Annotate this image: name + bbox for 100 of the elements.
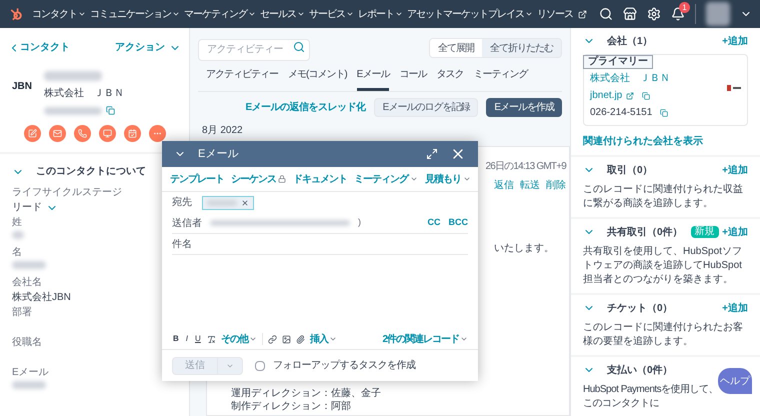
nav-menu[interactable]: アセットマーケットプレイス <box>407 6 533 22</box>
from-bracket: ) <box>358 216 361 230</box>
search-icon[interactable] <box>599 7 613 21</box>
format-button[interactable]: I <box>184 333 190 345</box>
create-email-button[interactable]: Eメールを作成 <box>486 98 562 116</box>
mail-icon <box>52 129 62 138</box>
settings-icon[interactable] <box>647 7 661 21</box>
tab[interactable]: タスク <box>436 66 464 90</box>
copy-icon[interactable] <box>642 92 650 100</box>
composer-tool[interactable]: 見積もり <box>425 172 471 186</box>
action-button[interactable] <box>74 125 90 142</box>
action-button[interactable] <box>98 125 116 142</box>
nav-menu[interactable]: リソース <box>537 6 587 22</box>
bcc-link[interactable]: BCC <box>448 216 468 230</box>
remove-icon[interactable] <box>241 198 249 206</box>
associations-dropdown[interactable]: 2件の関連レコード <box>382 332 468 346</box>
add-link[interactable]: +追加 <box>722 34 748 48</box>
action-button[interactable] <box>148 125 166 142</box>
composer-tool[interactable]: ミーティング <box>354 172 418 186</box>
field-label: 会社名 <box>12 277 42 289</box>
add-link[interactable]: +追加 <box>722 224 748 240</box>
edit-icon <box>28 129 36 138</box>
company-name: 株式会社 ＪＢＮ <box>44 86 124 101</box>
log-email-button[interactable]: Eメールのログを記録 <box>374 98 478 116</box>
back-link[interactable]: コンタクト <box>8 40 70 55</box>
lock-icon <box>278 175 286 183</box>
image-icon[interactable] <box>282 334 291 344</box>
external-link-icon <box>578 10 587 18</box>
action-button[interactable] <box>48 125 66 142</box>
store-icon[interactable] <box>623 7 637 21</box>
caret-icon <box>460 335 468 343</box>
section-toggle[interactable]: 取引（0） <box>583 162 653 178</box>
email-body-line: 運用ディレクション：佐藤、金子 <box>231 388 381 400</box>
section-toggle[interactable]: 支払い（0件） <box>583 362 673 378</box>
tab[interactable]: コール <box>399 66 426 90</box>
copy-icon[interactable] <box>106 106 116 115</box>
help-button[interactable]: ヘルプ <box>718 368 752 394</box>
domain-link[interactable]: jbnet.jp <box>590 88 622 103</box>
composer-tool[interactable]: シーケンス <box>231 172 286 186</box>
nav-menu[interactable]: コミュニケーション <box>90 6 180 22</box>
caret-icon <box>328 335 337 343</box>
copy-icon[interactable] <box>660 108 668 116</box>
search-field[interactable]: アクティビティー <box>198 38 310 60</box>
nav-menu[interactable]: マーケティング <box>184 6 256 22</box>
cc-link[interactable]: CC <box>428 216 440 230</box>
tab[interactable]: アクティビティー <box>206 66 278 90</box>
composer-tool[interactable]: テンプレート <box>170 172 224 186</box>
view-button[interactable]: 全て展開 <box>430 39 482 58</box>
section-description: HubSpot Paymentsを使用して、このコンタクトに <box>583 383 719 411</box>
field-label: 部署 <box>12 307 32 319</box>
nav-menu[interactable]: コンタクト <box>32 6 86 22</box>
action-button[interactable] <box>124 125 140 142</box>
caret-icon <box>248 10 256 18</box>
add-link[interactable]: +追加 <box>722 162 748 178</box>
blurred-text <box>12 261 46 269</box>
search-icon <box>293 41 305 53</box>
caret-icon <box>297 10 305 18</box>
lifecycle-dropdown[interactable]: リード <box>12 201 58 214</box>
blurred-text <box>12 381 46 389</box>
section-toggle[interactable]: チケット（0） <box>583 300 673 316</box>
thread-link[interactable]: Eメールの返信をスレッド化 <box>245 100 366 114</box>
caret-icon <box>525 10 533 18</box>
insert-dropdown[interactable]: 挿入 <box>310 332 337 346</box>
email-action-link[interactable]: 転送 <box>520 178 540 192</box>
checkbox[interactable] <box>255 360 265 370</box>
view-button[interactable]: 全て折りたたむ <box>482 39 561 58</box>
tab[interactable]: メモ(コメント) <box>288 66 347 90</box>
more-dropdown[interactable]: その他 <box>220 332 257 346</box>
view-companies-link[interactable]: 関連付けられた会社を表示 <box>583 134 748 149</box>
email-action-link[interactable]: 返信 <box>494 178 514 192</box>
new-badge: 新規 <box>690 226 719 238</box>
tab[interactable]: Eメール <box>356 66 390 90</box>
email-action-link[interactable]: 削除 <box>546 178 566 192</box>
format-button[interactable]: B <box>172 333 180 345</box>
paperclip-icon[interactable] <box>296 334 305 344</box>
action-button[interactable] <box>24 125 40 142</box>
phone-icon <box>78 129 86 138</box>
section-toggle[interactable]: このコンタクトについて <box>12 164 146 179</box>
add-link[interactable]: +追加 <box>722 300 748 316</box>
field-label: Eメール <box>12 367 49 379</box>
nav-menu[interactable]: セールス <box>260 6 305 22</box>
clear-format-icon[interactable] <box>206 334 216 344</box>
link-icon[interactable] <box>268 334 277 344</box>
nav-menu[interactable]: サービス <box>309 6 354 22</box>
caret-icon <box>172 10 180 18</box>
expand-icon[interactable] <box>426 148 438 160</box>
company-link[interactable]: 株式会社 ＪＢＮ <box>590 71 670 86</box>
format-button[interactable]: U <box>194 333 202 345</box>
company-logo: JBN <box>12 80 32 94</box>
subject-label: 件名 <box>172 238 192 252</box>
actions-menu[interactable]: アクション <box>115 40 181 55</box>
phone-number: 026-214-5151 <box>590 106 652 120</box>
tab[interactable]: ミーティング <box>473 66 528 90</box>
composer-tool[interactable]: ドキュメント <box>293 172 347 186</box>
calendar-icon <box>128 129 136 138</box>
field-label: 役職名 <box>12 337 42 349</box>
section-toggle[interactable]: 共有取引（0件） <box>583 224 683 240</box>
section-toggle[interactable]: 会社（1） <box>583 34 653 48</box>
nav-menu[interactable]: レポート <box>358 6 403 22</box>
caret-icon <box>78 10 86 18</box>
